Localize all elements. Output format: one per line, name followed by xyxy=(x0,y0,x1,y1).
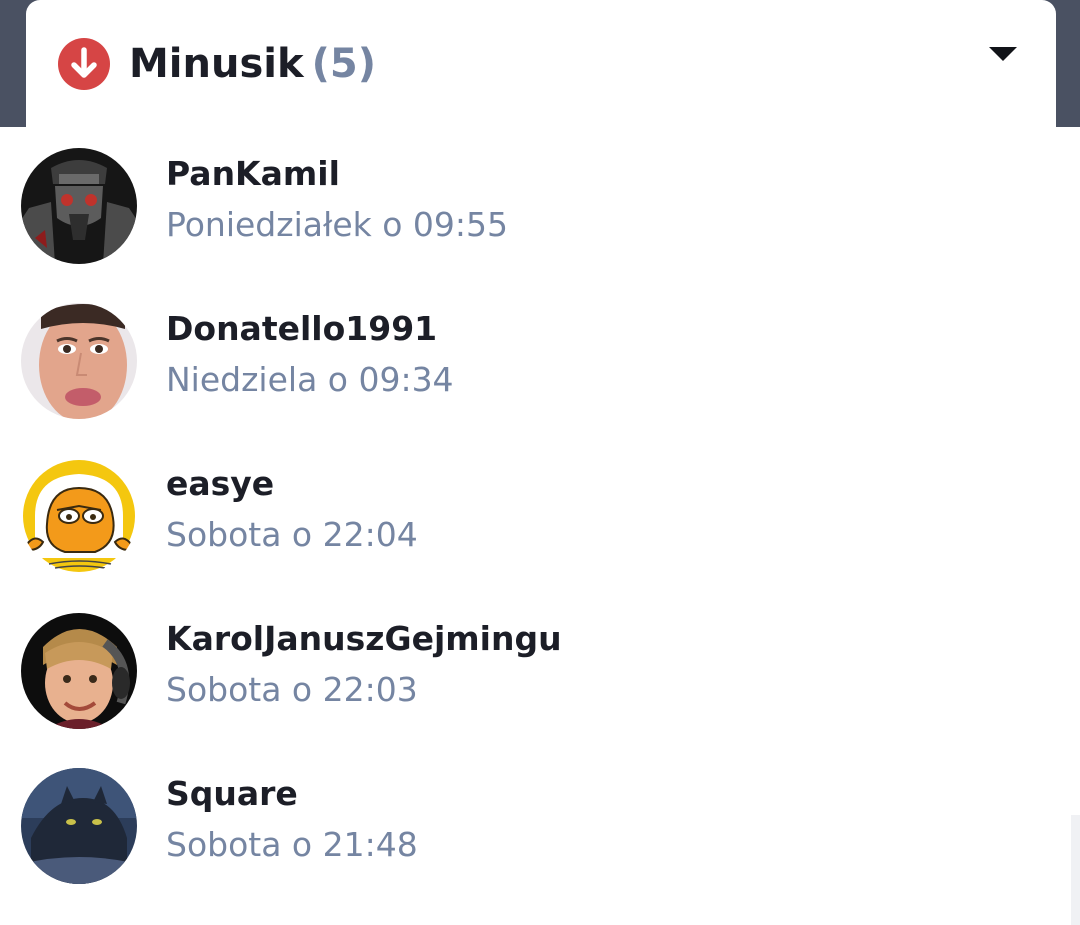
page-title: Minusik (5) xyxy=(129,37,376,91)
vote-timestamp: Sobota o 22:03 xyxy=(166,670,418,709)
username[interactable]: PanKamil xyxy=(166,150,340,198)
avatar[interactable] xyxy=(21,458,137,574)
username[interactable]: KarolJanuszGejmingu xyxy=(166,615,562,663)
list-item[interactable]: KarolJanuszGejmingu Sobota o 22:03 xyxy=(0,592,1080,747)
scrollbar[interactable] xyxy=(1071,815,1080,925)
avatar[interactable] xyxy=(21,768,137,884)
caret-down-icon[interactable] xyxy=(988,44,1018,64)
avatar[interactable] xyxy=(21,148,137,264)
arrow-down-circle-icon xyxy=(58,38,110,90)
reaction-name: Minusik xyxy=(129,41,304,87)
username[interactable]: Donatello1991 xyxy=(166,305,437,353)
reaction-list-header: Minusik (5) xyxy=(26,0,1056,127)
vote-timestamp: Sobota o 22:04 xyxy=(166,515,418,554)
username[interactable]: Square xyxy=(166,770,298,818)
list-item[interactable]: PanKamil Poniedziałek o 09:55 xyxy=(0,127,1080,282)
vote-timestamp: Poniedziałek o 09:55 xyxy=(166,205,509,244)
avatar[interactable] xyxy=(21,613,137,729)
reaction-count: (5) xyxy=(311,41,376,87)
vote-timestamp: Niedziela o 09:34 xyxy=(166,360,454,399)
list-item[interactable]: Donatello1991 Niedziela o 09:34 xyxy=(0,282,1080,437)
avatar[interactable] xyxy=(21,303,137,419)
username[interactable]: easye xyxy=(166,460,274,508)
vote-timestamp: Sobota o 21:48 xyxy=(166,825,418,864)
list-item[interactable]: easye Sobota o 22:04 xyxy=(0,437,1080,592)
list-item[interactable]: Square Sobota o 21:48 xyxy=(0,747,1080,902)
